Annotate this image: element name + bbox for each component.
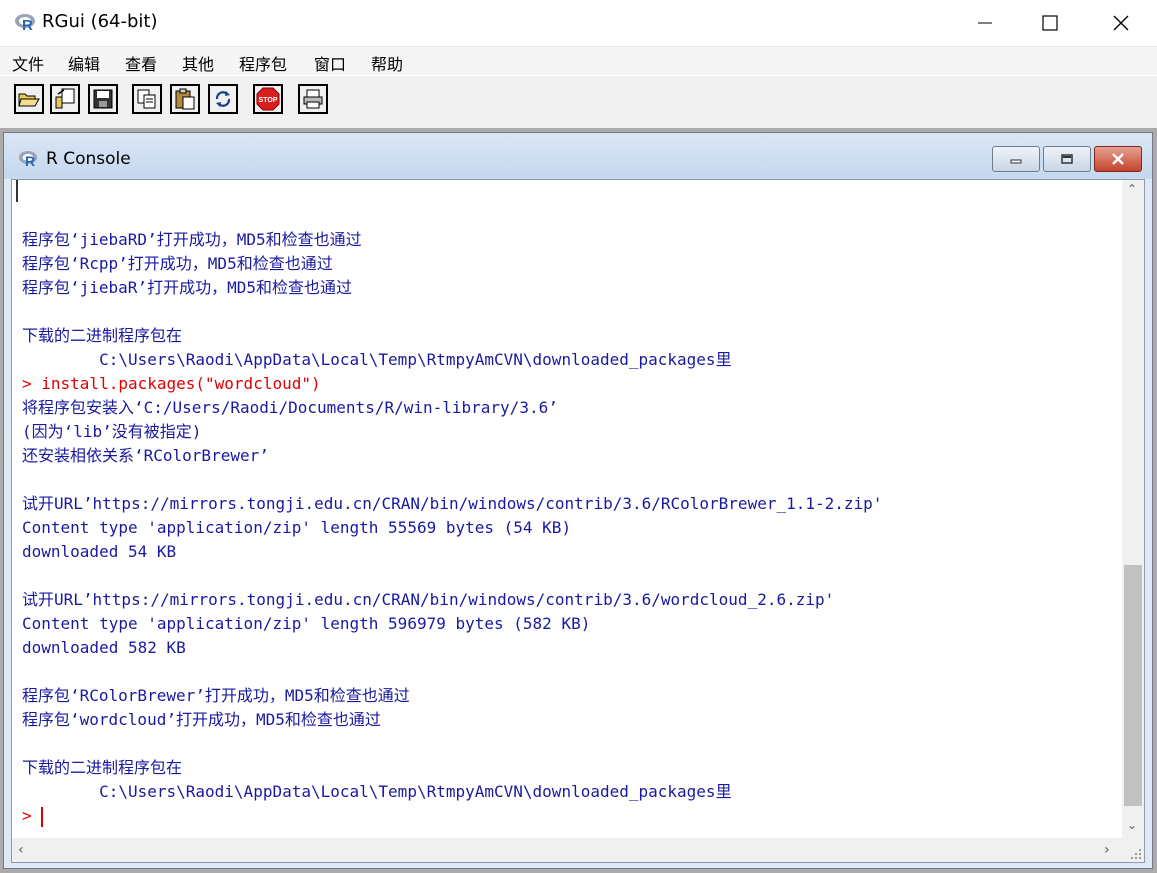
print-button[interactable] bbox=[298, 84, 328, 114]
console-output-line: 下载的二进制程序包在 bbox=[22, 758, 183, 777]
console-command-line: > install.packages("wordcloud") bbox=[22, 374, 321, 393]
console-output-line: 程序包‘jiebaR’打开成功，MD5和检查也通过 bbox=[22, 278, 352, 297]
console-close-button[interactable] bbox=[1094, 146, 1142, 172]
close-icon bbox=[1112, 153, 1124, 165]
close-button[interactable] bbox=[1093, 0, 1149, 46]
scroll-up-icon[interactable]: ⌃ bbox=[1127, 182, 1137, 196]
console-output[interactable]: 程序包‘jiebaRD’打开成功，MD5和检查也通过 程序包‘Rcpp’打开成功，… bbox=[11, 179, 1145, 863]
vertical-scroll-thumb[interactable] bbox=[1124, 565, 1142, 806]
print-icon bbox=[303, 89, 323, 109]
console-output-line: C:\Users\Raodi\AppData\Local\Temp\RtmpyA… bbox=[22, 782, 732, 801]
mdi-workspace: R R Console 程序包‘jiebaRD’打开成功，MD5和检查也通过 程序… bbox=[0, 128, 1157, 873]
console-output-line: Content type 'application/zip' length 59… bbox=[22, 614, 591, 633]
minimize-button[interactable] bbox=[957, 0, 1013, 46]
minimize-icon bbox=[1010, 159, 1022, 164]
console-output-line: 程序包‘Rcpp’打开成功，MD5和检查也通过 bbox=[22, 254, 333, 273]
open-script-button[interactable] bbox=[14, 84, 44, 114]
console-restore-button[interactable] bbox=[1043, 146, 1091, 172]
load-workspace-icon bbox=[55, 88, 75, 109]
copy-button[interactable] bbox=[132, 84, 162, 114]
console-output-line: 试开URL’https://mirrors.tongji.edu.cn/CRAN… bbox=[22, 590, 835, 609]
minimize-icon bbox=[978, 22, 992, 24]
console-output-line: Content type 'application/zip' length 55… bbox=[22, 518, 572, 537]
scroll-left-icon[interactable]: ‹ bbox=[18, 842, 24, 858]
window-titlebar: R RGui (64-bit) bbox=[0, 0, 1157, 47]
paste-icon bbox=[175, 88, 195, 110]
copy-icon bbox=[137, 89, 156, 109]
scroll-right-icon[interactable]: › bbox=[1104, 842, 1110, 858]
console-output-line: 程序包‘jiebaRD’打开成功，MD5和检查也通过 bbox=[22, 230, 362, 249]
menu-file[interactable]: 文件 bbox=[12, 51, 44, 75]
maximize-icon bbox=[1042, 15, 1058, 31]
console-title: R Console bbox=[46, 149, 131, 169]
menu-edit[interactable]: 编辑 bbox=[68, 51, 100, 75]
stop-button[interactable]: STOP bbox=[253, 84, 283, 114]
refresh-icon bbox=[215, 91, 231, 107]
console-output-line: downloaded 54 KB bbox=[22, 542, 177, 561]
console-output-line: C:\Users\Raodi\AppData\Local\Temp\RtmpyA… bbox=[22, 350, 732, 369]
resize-grip[interactable] bbox=[1122, 838, 1144, 862]
console-output-line: 将程序包安装入‘C:/Users/Raodi/Documents/R/win-l… bbox=[22, 398, 558, 417]
horizontal-scrollbar[interactable]: ‹ › bbox=[12, 838, 1122, 862]
console-minimize-button[interactable] bbox=[992, 146, 1040, 172]
menu-bar: 文件 编辑 查看 其他 程序包 窗口 帮助 bbox=[0, 47, 1157, 75]
input-caret bbox=[41, 806, 44, 827]
r-logo-icon: R bbox=[15, 14, 35, 31]
console-output-line: 还安装相依关系‘RColorBrewer’ bbox=[22, 446, 269, 465]
menu-packages[interactable]: 程序包 bbox=[239, 51, 287, 75]
menu-windows[interactable]: 窗口 bbox=[314, 51, 346, 75]
r-console-window: R R Console 程序包‘jiebaRD’打开成功，MD5和检查也通过 程序… bbox=[3, 132, 1153, 869]
console-text[interactable]: 程序包‘jiebaRD’打开成功，MD5和检查也通过 程序包‘Rcpp’打开成功，… bbox=[22, 180, 1117, 828]
paste-button[interactable] bbox=[170, 84, 200, 114]
menu-view[interactable]: 查看 bbox=[125, 51, 157, 75]
console-output-line: 程序包‘RColorBrewer’打开成功，MD5和检查也通过 bbox=[22, 686, 410, 705]
load-workspace-button[interactable] bbox=[50, 84, 80, 114]
text-cursor-top bbox=[16, 180, 18, 202]
console-command-line: > bbox=[22, 806, 44, 827]
console-output-line: (因为‘lib’没有被指定) bbox=[22, 422, 202, 441]
save-button[interactable] bbox=[88, 84, 118, 114]
save-icon bbox=[93, 89, 113, 109]
vertical-scrollbar[interactable]: ⌃ ⌄ bbox=[1122, 180, 1144, 838]
svg-text:R: R bbox=[22, 17, 33, 31]
resize-grip-icon bbox=[1131, 849, 1141, 859]
console-output-line: 下载的二进制程序包在 bbox=[22, 326, 183, 345]
stop-icon: STOP bbox=[256, 87, 280, 111]
copy-paste-button[interactable] bbox=[208, 84, 238, 114]
console-titlebar: R R Console bbox=[4, 133, 1152, 179]
toolbar: STOP bbox=[0, 76, 1157, 130]
restore-icon bbox=[1061, 154, 1073, 164]
menu-misc[interactable]: 其他 bbox=[182, 51, 214, 75]
console-output-line: downloaded 582 KB bbox=[22, 638, 186, 657]
close-icon bbox=[1113, 15, 1129, 31]
scroll-down-icon[interactable]: ⌄ bbox=[1127, 818, 1137, 832]
svg-text:STOP: STOP bbox=[259, 97, 278, 104]
maximize-button[interactable] bbox=[1022, 0, 1078, 46]
open-folder-icon bbox=[18, 93, 40, 107]
app-title: RGui (64-bit) bbox=[42, 11, 158, 32]
console-output-line: 试开URL’https://mirrors.tongji.edu.cn/CRAN… bbox=[22, 494, 883, 513]
svg-text:R: R bbox=[25, 153, 35, 167]
console-output-line: 程序包‘wordcloud’打开成功，MD5和检查也通过 bbox=[22, 710, 381, 729]
r-logo-icon: R bbox=[19, 151, 37, 167]
menu-help[interactable]: 帮助 bbox=[371, 51, 403, 75]
